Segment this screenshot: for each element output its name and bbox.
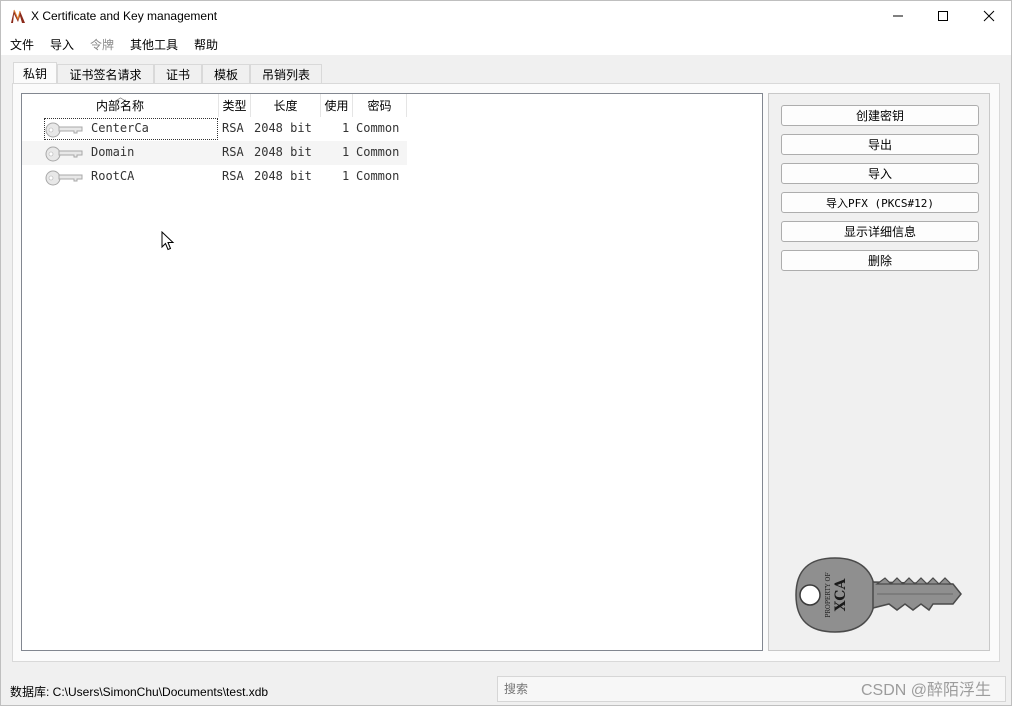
cell-name: RootCA bbox=[91, 169, 135, 183]
table-row[interactable]: CenterCa RSA 2048 bit 1 Common bbox=[22, 117, 407, 141]
export-button[interactable]: 导出 bbox=[781, 134, 979, 155]
column-header-length[interactable]: 长度 bbox=[251, 94, 321, 117]
key-icon bbox=[45, 170, 83, 186]
watermark: CSDN @醉陌浮生 bbox=[861, 682, 992, 699]
cell-use: 1 bbox=[342, 145, 350, 159]
column-header-name[interactable]: ︿ 内部名称 bbox=[22, 93, 219, 117]
cell-use: 1 bbox=[342, 169, 350, 183]
cell-password: Common bbox=[356, 145, 400, 159]
menu-file[interactable]: 文件 bbox=[10, 36, 34, 53]
sort-up-icon: ︿ bbox=[116, 93, 126, 103]
tab-revocation-lists[interactable]: 吊销列表 bbox=[250, 64, 322, 84]
import-pfx-button[interactable]: 导入PFX (PKCS#12) bbox=[781, 192, 979, 213]
table-row[interactable]: RootCA RSA 2048 bit 1 Common bbox=[22, 165, 407, 189]
maximize-button[interactable] bbox=[920, 1, 966, 31]
minimize-icon bbox=[893, 15, 903, 17]
key-logo-small-text: PROPERTY OF bbox=[825, 572, 832, 617]
column-header-use[interactable]: 使用 bbox=[321, 94, 353, 117]
close-button[interactable] bbox=[966, 1, 1012, 31]
cell-type: RSA bbox=[222, 169, 244, 183]
window-title: X Certificate and Key management bbox=[31, 9, 218, 23]
app-window: X Certificate and Key management 文件 导入 令… bbox=[0, 0, 1012, 706]
key-icon bbox=[45, 146, 83, 162]
menu-import[interactable]: 导入 bbox=[50, 36, 74, 53]
menu-bar: 文件 导入 令牌 其他工具 帮助 bbox=[1, 31, 1011, 55]
tab-templates[interactable]: 模板 bbox=[202, 64, 250, 84]
maximize-icon bbox=[938, 11, 948, 21]
menu-help[interactable]: 帮助 bbox=[194, 36, 218, 53]
column-header-password[interactable]: 密码 bbox=[353, 94, 407, 117]
database-path: 数据库: C:\Users\SimonChu\Documents\test.xd… bbox=[10, 685, 269, 699]
list-header: ︿ 内部名称 类型 长度 使用 密码 bbox=[22, 93, 407, 117]
cell-name: Domain bbox=[91, 145, 135, 159]
cell-type: RSA bbox=[222, 121, 244, 135]
import-button[interactable]: 导入 bbox=[781, 163, 979, 184]
cell-type: RSA bbox=[222, 145, 244, 159]
tab-private-keys[interactable]: 私钥 bbox=[13, 62, 57, 84]
tab-csr[interactable]: 证书签名请求 bbox=[57, 64, 154, 84]
status-bar: 数据库: C:\Users\SimonChu\Documents\test.xd… bbox=[1, 673, 1011, 706]
table-row[interactable]: Domain RSA 2048 bit 1 Common bbox=[22, 141, 407, 165]
cell-password: Common bbox=[356, 121, 400, 135]
show-details-button[interactable]: 显示详细信息 bbox=[781, 221, 979, 242]
cell-password: Common bbox=[356, 169, 400, 183]
menu-tools[interactable]: 其他工具 bbox=[130, 36, 178, 53]
key-list[interactable]: ︿ 内部名称 类型 长度 使用 密码 CenterCa RSA 2048 bit… bbox=[21, 93, 763, 651]
title-bar: X Certificate and Key management bbox=[1, 1, 1011, 31]
create-key-button[interactable]: 创建密钥 bbox=[781, 105, 979, 126]
key-logo-icon: PROPERTY OF XCA bbox=[795, 557, 962, 633]
key-logo-big-text: XCA bbox=[833, 578, 849, 612]
mouse-pointer-icon bbox=[161, 231, 175, 251]
close-icon bbox=[983, 10, 995, 22]
xca-app-icon bbox=[11, 9, 25, 23]
delete-button[interactable]: 删除 bbox=[781, 250, 979, 271]
cell-use: 1 bbox=[342, 121, 350, 135]
key-icon bbox=[45, 122, 83, 138]
cell-length: 2048 bit bbox=[254, 145, 312, 159]
minimize-button[interactable] bbox=[875, 1, 921, 31]
cell-name: CenterCa bbox=[91, 121, 149, 135]
tab-certificates[interactable]: 证书 bbox=[154, 64, 202, 84]
cell-length: 2048 bit bbox=[254, 169, 312, 183]
cell-length: 2048 bit bbox=[254, 121, 312, 135]
menu-token[interactable]: 令牌 bbox=[90, 36, 114, 53]
column-header-type[interactable]: 类型 bbox=[219, 94, 251, 117]
